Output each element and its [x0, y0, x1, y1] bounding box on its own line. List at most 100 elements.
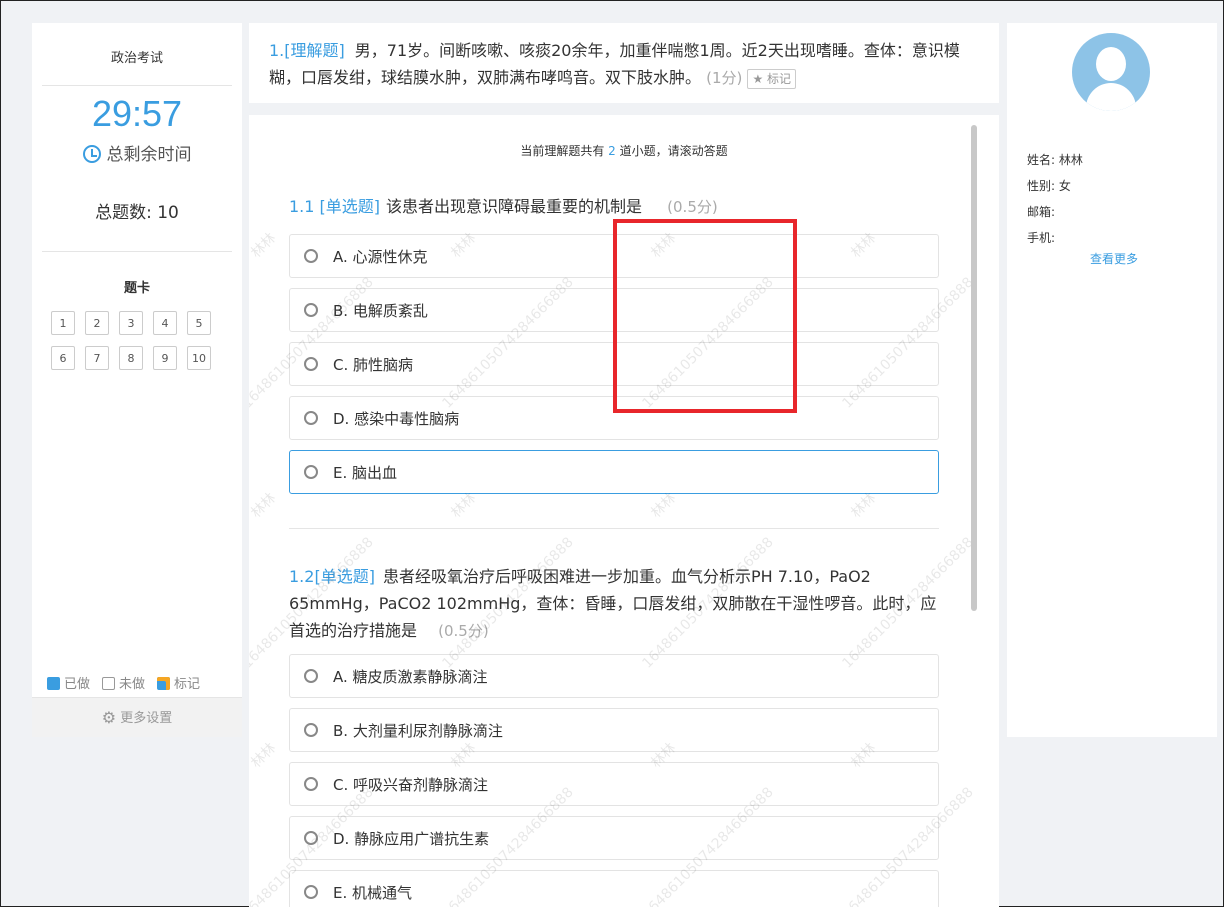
option-label: E. 脑出血 — [333, 463, 398, 482]
radio-icon[interactable] — [304, 357, 318, 371]
email-label: 邮箱: — [1027, 205, 1056, 219]
sub-question-1: 1.1 [单选题] 该患者出现意识障碍最重要的机制是 (0.5分) — [289, 193, 939, 221]
countdown-timer: 29:57 — [91, 93, 183, 134]
radio-icon[interactable] — [304, 411, 318, 425]
note-prefix: 当前理解题共有 — [520, 144, 605, 158]
option-label: C. 肺性脑病 — [333, 355, 414, 374]
card-question-4[interactable]: 4 — [153, 311, 177, 335]
option-1-2-a[interactable]: A. 糖皮质激素静脉滴注 — [289, 654, 939, 698]
mark-button[interactable]: ★ 标记 — [747, 69, 797, 89]
card-question-5[interactable]: 5 — [187, 311, 211, 335]
option-label: D. 静脉应用广谱抗生素 — [333, 829, 490, 848]
sub-question-text: 患者经吸氧治疗后呼吸困难进一步加重。血气分析示PH 7.10，PaO2 65mm… — [289, 567, 937, 640]
radio-icon[interactable] — [304, 249, 318, 263]
view-more-link[interactable]: 查看更多 — [1007, 250, 1221, 267]
card-question-1[interactable]: 1 — [51, 311, 75, 335]
legend-undone: 未做 — [102, 673, 145, 692]
radio-icon[interactable] — [304, 669, 318, 683]
watermark-name: 林林 — [249, 740, 280, 772]
watermark-name: 林林 — [249, 230, 280, 262]
profile-info: 姓名: 林林 性别: 女 邮箱: 手机: — [1027, 147, 1083, 251]
card-question-10[interactable]: 10 — [187, 346, 211, 370]
gender-value: 女 — [1058, 179, 1071, 193]
option-1-2-e[interactable]: E. 机械通气 — [289, 870, 939, 907]
sub-question-type: [单选题] — [319, 197, 381, 216]
highlight-box — [613, 219, 797, 413]
question-stem: 1.[理解题] 男，71岁。间断咳嗽、咳痰20余年，加重伴喘憋1周。近2天出现嗜睡… — [249, 23, 999, 103]
user-body-icon — [1086, 83, 1136, 111]
divider — [42, 251, 232, 252]
avatar — [1072, 33, 1150, 111]
card-question-3[interactable]: 3 — [119, 311, 143, 335]
watermark-name: 林林 — [249, 490, 280, 522]
option-1-1-e[interactable]: E. 脑出血 — [289, 450, 939, 494]
divider — [42, 85, 232, 86]
card-question-8[interactable]: 8 — [119, 346, 143, 370]
mark-label: 标记 — [767, 72, 792, 86]
gender-label: 性别: — [1027, 179, 1056, 193]
option-label: C. 呼吸兴奋剂静脉滴注 — [333, 775, 489, 794]
radio-icon[interactable] — [304, 303, 318, 317]
phone-row: 手机: — [1027, 225, 1083, 251]
gear-icon: ⚙ — [101, 708, 117, 727]
sub-question-text: 该患者出现意识障碍最重要的机制是 — [386, 197, 643, 216]
phone-label: 手机: — [1027, 231, 1056, 245]
question-score: (1分) — [706, 69, 743, 87]
radio-icon[interactable] — [304, 777, 318, 791]
gender-row: 性别: 女 — [1027, 173, 1083, 199]
radio-icon[interactable] — [304, 465, 318, 479]
option-label: D. 感染中毒性脑病 — [333, 409, 460, 428]
name-row: 姓名: 林林 — [1027, 147, 1083, 173]
legend-undone-label: 未做 — [119, 677, 146, 692]
sub-question-number: 1.1 — [289, 197, 315, 216]
sub-question-score: (0.5分) — [667, 198, 718, 216]
timer-label-text: 总剩余时间 — [106, 145, 192, 165]
card-question-2[interactable]: 2 — [85, 311, 109, 335]
more-settings-label: 更多设置 — [120, 711, 173, 726]
option-1-2-b[interactable]: B. 大剂量利尿剂静脉滴注 — [289, 708, 939, 752]
card-question-9[interactable]: 9 — [153, 346, 177, 370]
question-text: 男，71岁。间断咳嗽、咳痰20余年，加重伴喘憋1周。近2天出现嗜睡。查体：意识模… — [269, 41, 960, 87]
option-label: A. 糖皮质激素静脉滴注 — [333, 667, 488, 686]
user-head-icon — [1096, 47, 1126, 81]
option-label: B. 电解质紊乱 — [333, 301, 428, 320]
scrollbar[interactable] — [971, 125, 977, 611]
answer-card-grid: 1 2 3 4 5 6 7 8 9 10 — [51, 311, 221, 370]
undone-square-icon — [102, 677, 116, 690]
alarm-clock-icon — [82, 145, 101, 163]
note-count: 2 — [608, 144, 616, 158]
sub-question-type: [单选题] — [314, 567, 375, 586]
legend-marked: 标记 — [157, 673, 200, 692]
profile-panel: 姓名: 林林 性别: 女 邮箱: 手机: 查看更多 — [1007, 23, 1217, 737]
sub-question-number: 1.2 — [289, 567, 315, 586]
option-label: B. 大剂量利尿剂静脉滴注 — [333, 721, 503, 740]
sub-question-2: 1.2[单选题] 患者经吸氧治疗后呼吸困难进一步加重。血气分析示PH 7.10，P… — [289, 563, 939, 645]
more-settings-button[interactable]: ⚙ 更多设置 — [32, 697, 242, 737]
sub-question-note: 当前理解题共有 2 道小题，请滚动答题 — [249, 142, 999, 159]
total-questions: 总题数: 10 — [95, 203, 179, 223]
legend-done: 已做 — [47, 673, 90, 692]
radio-icon[interactable] — [304, 831, 318, 845]
star-icon: ★ — [752, 72, 764, 86]
sub-question-score: (0.5分) — [438, 622, 489, 640]
option-label: E. 机械通气 — [333, 883, 413, 902]
legend-marked-label: 标记 — [174, 677, 201, 692]
radio-icon[interactable] — [304, 885, 318, 899]
radio-icon[interactable] — [304, 723, 318, 737]
legend-done-label: 已做 — [64, 677, 91, 692]
name-label: 姓名: — [1027, 153, 1056, 167]
email-row: 邮箱: — [1027, 199, 1083, 225]
option-1-2-c[interactable]: C. 呼吸兴奋剂静脉滴注 — [289, 762, 939, 806]
left-panel: 政治考试 29:57 总剩余时间 总题数: 10 题卡 1 2 3 4 5 6 … — [32, 23, 242, 737]
question-number: 1. — [269, 41, 285, 60]
timer-label: 总剩余时间 — [32, 140, 242, 165]
note-suffix: 道小题，请滚动答题 — [619, 144, 728, 158]
question-type: [理解题] — [284, 41, 345, 60]
legend: 已做 未做 标记 — [47, 673, 237, 692]
card-question-7[interactable]: 7 — [85, 346, 109, 370]
option-label: A. 心源性休克 — [333, 247, 428, 266]
answer-card-title: 题卡 — [123, 281, 150, 296]
card-question-6[interactable]: 6 — [51, 346, 75, 370]
name-value: 林林 — [1058, 153, 1083, 167]
option-1-2-d[interactable]: D. 静脉应用广谱抗生素 — [289, 816, 939, 860]
